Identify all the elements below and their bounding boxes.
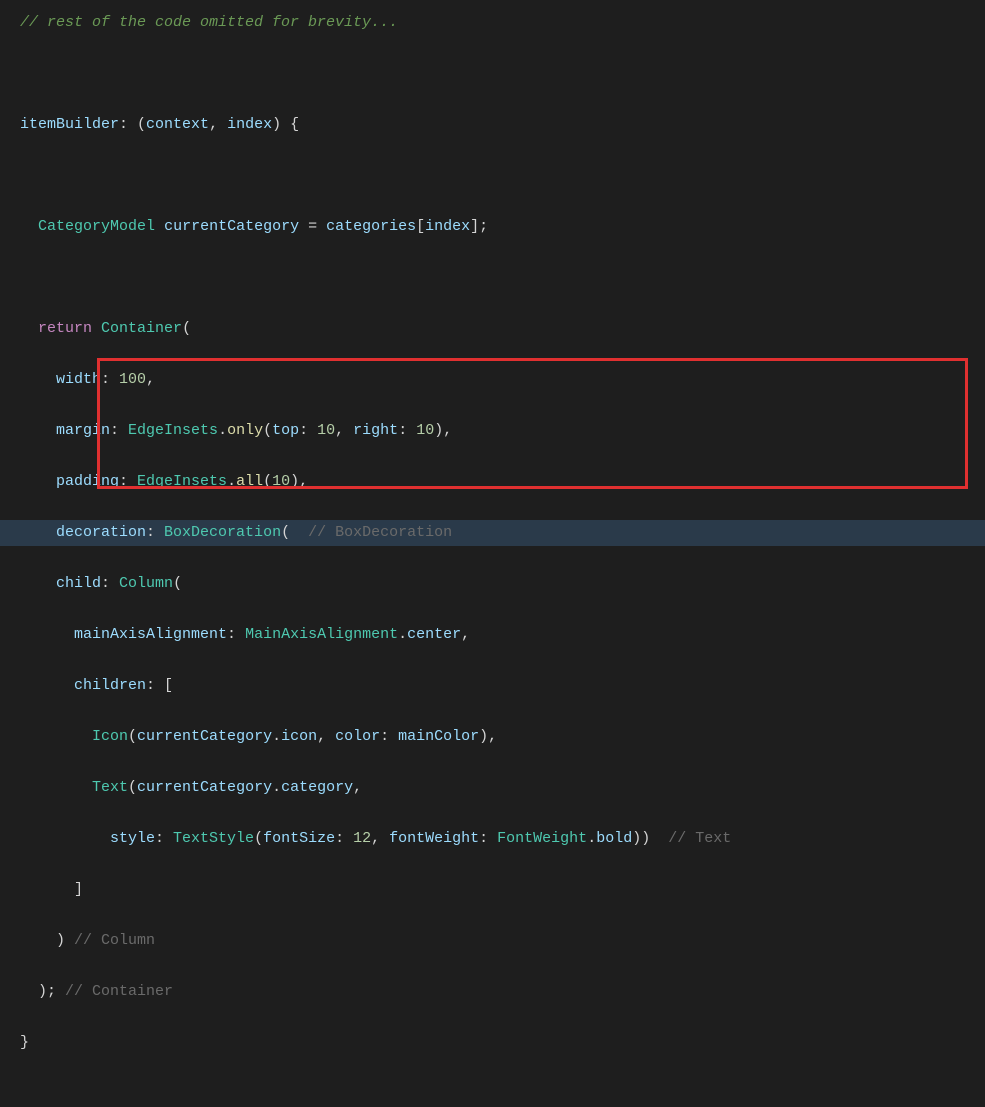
code-line: ] [20, 877, 985, 903]
code-line: padding: EdgeInsets.all(10), [20, 469, 985, 495]
code-line: style: TextStyle(fontSize: 12, fontWeigh… [20, 826, 985, 852]
code-line: width: 100, [20, 367, 985, 393]
code-line [20, 265, 985, 291]
code-line: ); // Container [20, 979, 985, 1005]
code-editor[interactable]: // rest of the code omitted for brevity.… [20, 10, 985, 1107]
code-line: child: Column( [20, 571, 985, 597]
code-line: return Container( [20, 316, 985, 342]
code-line: // rest of the code omitted for brevity.… [20, 10, 985, 36]
code-line: CategoryModel currentCategory = categori… [20, 214, 985, 240]
code-line: ) // Column [20, 928, 985, 954]
code-line-highlighted: decoration: BoxDecoration( // BoxDecorat… [0, 520, 985, 546]
comment-text: // rest of the code omitted for brevity.… [20, 14, 398, 31]
code-line: children: [ [20, 673, 985, 699]
closing-hint: // Text [668, 830, 731, 847]
closing-hint: // Column [74, 932, 155, 949]
closing-hint: // BoxDecoration [308, 524, 452, 541]
code-line: mainAxisAlignment: MainAxisAlignment.cen… [20, 622, 985, 648]
code-line: margin: EdgeInsets.only(top: 10, right: … [20, 418, 985, 444]
code-line [20, 61, 985, 87]
code-line [20, 163, 985, 189]
code-line: itemBuilder: (context, index) { [20, 112, 985, 138]
code-line: Text(currentCategory.category, [20, 775, 985, 801]
code-line: } [20, 1030, 985, 1056]
closing-hint: // Container [65, 983, 173, 1000]
code-line: Icon(currentCategory.icon, color: mainCo… [20, 724, 985, 750]
